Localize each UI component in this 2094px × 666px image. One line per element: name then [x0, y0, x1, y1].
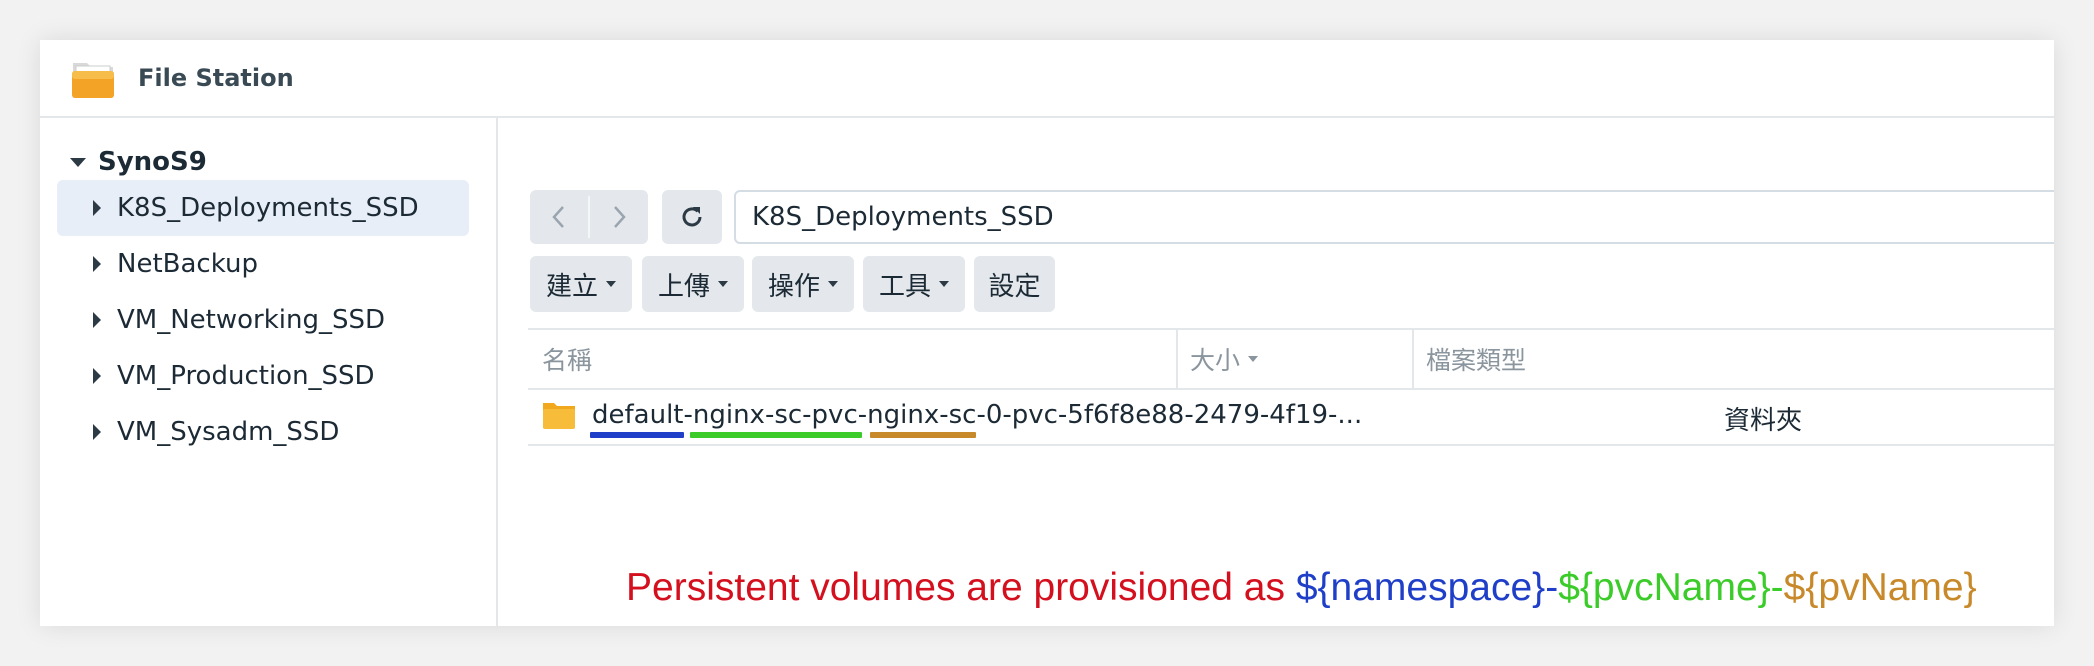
sidebar-item-vm-sysadm-ssd[interactable]: VM_Sysadm_SSD: [57, 404, 469, 460]
collapse-triangle-icon[interactable]: [93, 312, 101, 328]
annotation-pvc-name: ${pvcName}: [1558, 566, 1771, 609]
history-nav: [530, 190, 648, 244]
pv-name-part: nginx-sc: [867, 400, 977, 430]
sidebar-item-label: NetBackup: [117, 249, 258, 279]
column-type[interactable]: 檔案類型: [1426, 330, 1526, 388]
namespace-part: default: [592, 400, 684, 430]
pv-name-underline: [870, 432, 976, 438]
caret-down-icon: [606, 281, 616, 287]
refresh-button[interactable]: [662, 190, 722, 244]
sidebar-item-label: VM_Production_SSD: [117, 361, 375, 391]
path-bar[interactable]: K8S_Deployments_SSD: [734, 190, 2054, 244]
table-row[interactable]: default-nginx-sc-pvc-nginx-sc-0-pvc-5f6f…: [528, 388, 2054, 446]
upload-button[interactable]: 上傳: [642, 256, 744, 312]
tree-root-label: SynoS9: [98, 147, 207, 177]
collapse-triangle-icon[interactable]: [93, 256, 101, 272]
name-remainder: -0-pvc-5f6f8e88-2479-4f19-...: [976, 400, 1363, 430]
caret-down-icon: [718, 281, 728, 287]
back-button[interactable]: [530, 190, 588, 244]
sidebar-item-label: VM_Networking_SSD: [117, 305, 386, 335]
column-type-label: 檔案類型: [1426, 346, 1527, 375]
create-label: 建立: [545, 271, 598, 302]
column-size-label: 大小: [1190, 346, 1241, 375]
chevron-left-icon: [552, 206, 564, 228]
annotation-separator: -: [1545, 566, 1559, 609]
sort-desc-icon: [1248, 356, 1259, 362]
file-station-window: File Station SynoS9 K8S_Deployments_SSD …: [40, 40, 2054, 626]
column-size[interactable]: 大小: [1190, 330, 1259, 388]
annotation-prefix: Persistent volumes are provisioned as: [626, 566, 1296, 609]
annotation-separator: -: [1770, 566, 1784, 609]
upload-label: 上傳: [657, 271, 710, 302]
sidebar-item-vm-networking-ssd[interactable]: VM_Networking_SSD: [57, 292, 469, 348]
tools-label: 工具: [878, 271, 931, 302]
column-divider[interactable]: [1176, 330, 1178, 388]
file-type: 資料夾: [1724, 406, 1803, 436]
expand-triangle-icon[interactable]: [70, 157, 86, 167]
pvc-name-part: nginx-sc-pvc: [692, 400, 858, 430]
collapse-triangle-icon[interactable]: [93, 424, 101, 440]
sidebar-item-netbackup[interactable]: NetBackup: [57, 236, 469, 292]
name-separator: -: [683, 400, 693, 430]
settings-button[interactable]: 設定: [974, 256, 1055, 312]
column-name[interactable]: 名稱: [542, 330, 592, 388]
sidebar-item-label: VM_Sysadm_SSD: [117, 417, 340, 447]
annotation-caption: Persistent volumes are provisioned as ${…: [626, 566, 1977, 610]
sidebar-item-vm-production-ssd[interactable]: VM_Production_SSD: [57, 348, 469, 404]
annotation-pv-name: ${pvName}: [1783, 566, 1977, 609]
action-label: 操作: [767, 271, 820, 302]
collapse-triangle-icon[interactable]: [93, 200, 101, 216]
pvc-name-underline: [690, 432, 862, 438]
forward-button[interactable]: [590, 190, 648, 244]
namespace-underline: [590, 432, 684, 438]
title-bar: File Station: [40, 40, 2054, 118]
refresh-icon: [682, 207, 702, 227]
caret-down-icon: [828, 281, 838, 287]
file-name[interactable]: default-nginx-sc-pvc-nginx-sc-0-pvc-5f6f…: [592, 400, 1362, 430]
caret-down-icon: [939, 281, 949, 287]
sidebar-item-label: K8S_Deployments_SSD: [117, 193, 419, 223]
file-table-header: 名稱 大小 檔案類型: [528, 328, 2054, 390]
sidebar-tree: SynoS9 K8S_Deployments_SSD NetBackup VM_…: [40, 118, 498, 626]
action-button[interactable]: 操作: [752, 256, 854, 312]
tools-button[interactable]: 工具: [863, 256, 965, 312]
app-title: File Station: [138, 64, 294, 92]
column-name-label: 名稱: [542, 346, 593, 375]
settings-label: 設定: [988, 271, 1041, 302]
create-button[interactable]: 建立: [530, 256, 632, 312]
sidebar-item-k8s-deployments-ssd[interactable]: K8S_Deployments_SSD: [57, 180, 469, 236]
annotation-namespace: ${namespace}: [1295, 566, 1546, 609]
folder-icon: [543, 403, 575, 429]
collapse-triangle-icon[interactable]: [93, 368, 101, 384]
main-pane: K8S_Deployments_SSD 建立 上傳 操作 工具 設定 名稱 大小…: [498, 118, 2054, 626]
tree-root-synos9[interactable]: SynoS9: [70, 144, 207, 180]
chevron-right-icon: [614, 206, 626, 228]
name-separator: -: [857, 400, 868, 430]
folder-app-icon: [72, 63, 114, 98]
column-divider[interactable]: [1412, 330, 1414, 388]
